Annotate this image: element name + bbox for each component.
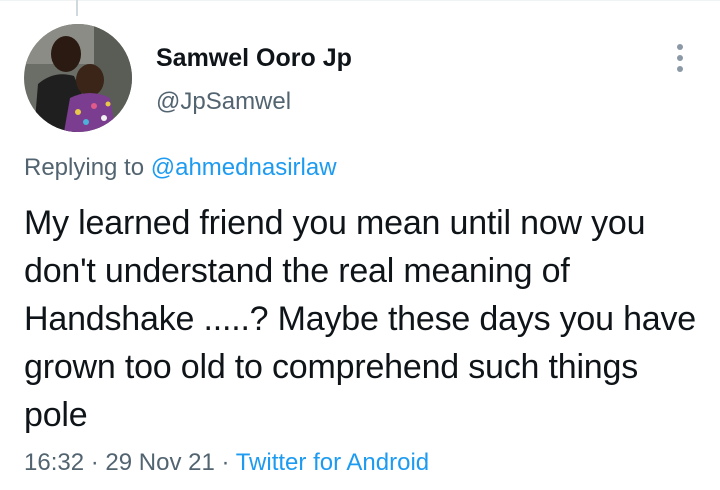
tweet-source[interactable]: Twitter for Android bbox=[236, 449, 429, 476]
tweet-metadata: 16:32 · 29 Nov 21 · Twitter for Android bbox=[24, 447, 429, 479]
tweet-detail: Samwel Ooro Jp @JpSamwel Replying to @ah… bbox=[0, 0, 720, 490]
meta-separator: · bbox=[90, 449, 99, 476]
more-vertical-icon bbox=[677, 44, 683, 72]
tweet-date[interactable]: 29 Nov 21 bbox=[105, 449, 214, 476]
replying-to-line: Replying to @ahmednasirlaw bbox=[24, 152, 337, 184]
avatar-photo bbox=[24, 24, 132, 132]
more-options-button[interactable] bbox=[664, 40, 696, 76]
author-display-name[interactable]: Samwel Ooro Jp bbox=[156, 42, 352, 74]
meta-separator: · bbox=[221, 449, 230, 476]
author-avatar[interactable] bbox=[24, 24, 132, 132]
tweet-text: My learned friend you mean until now you… bbox=[24, 204, 697, 434]
thread-connector-line bbox=[76, 0, 78, 16]
author-handle[interactable]: @JpSamwel bbox=[156, 86, 352, 118]
top-divider bbox=[0, 0, 720, 1]
replying-to-label: Replying to bbox=[24, 154, 145, 181]
author-info: Samwel Ooro Jp @JpSamwel bbox=[156, 42, 352, 118]
replying-to-mention[interactable]: @ahmednasirlaw bbox=[151, 154, 337, 181]
tweet-time[interactable]: 16:32 bbox=[24, 449, 84, 476]
